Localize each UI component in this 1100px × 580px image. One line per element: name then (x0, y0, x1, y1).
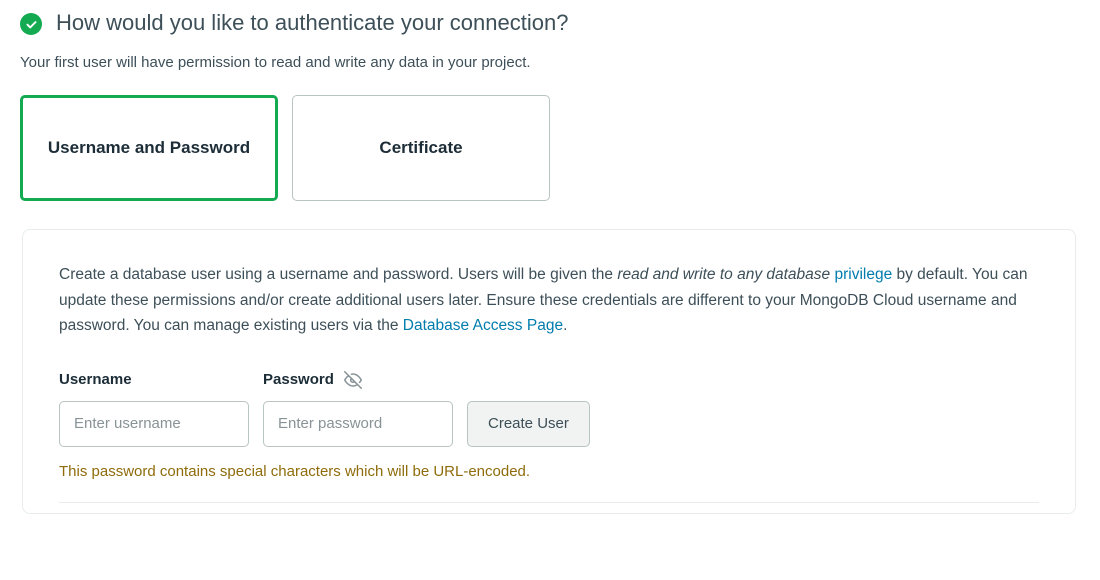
auth-method-options: Username and Password Certificate (20, 95, 1080, 201)
privilege-link[interactable]: privilege (834, 266, 892, 283)
user-form-panel: Create a database user using a username … (22, 229, 1076, 514)
option-username-password[interactable]: Username and Password (20, 95, 278, 201)
page-subtitle: Your first user will have permission to … (20, 54, 1080, 71)
database-access-link[interactable]: Database Access Page (403, 317, 563, 334)
password-label: Password (263, 371, 334, 388)
toggle-password-visibility-icon[interactable] (344, 371, 362, 389)
create-user-button[interactable]: Create User (467, 401, 590, 447)
option-certificate[interactable]: Certificate (292, 95, 550, 201)
username-label: Username (59, 371, 263, 388)
option-label: Certificate (379, 138, 462, 158)
page-title: How would you like to authenticate your … (56, 10, 568, 36)
panel-description: Create a database user using a username … (59, 262, 1039, 339)
password-warning: This password contains special character… (59, 463, 1039, 480)
username-input[interactable] (59, 401, 249, 447)
divider (59, 502, 1039, 503)
password-input[interactable] (263, 401, 453, 447)
check-icon (20, 13, 42, 35)
option-label: Username and Password (48, 138, 250, 158)
